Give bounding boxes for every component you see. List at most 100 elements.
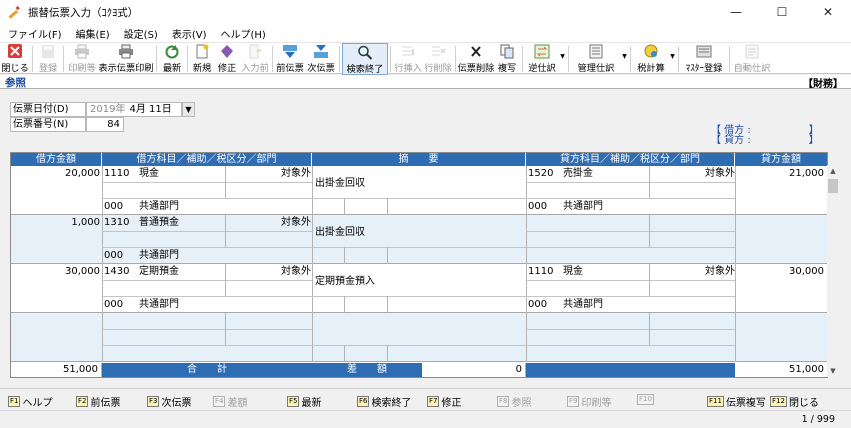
fkey-f10[interactable]: F10 <box>637 394 656 405</box>
app-window: 振替伝票入力（ｺｸﾖ式） — ☐ ✕ ファイル(F) 編集(E) 設定(S) 表… <box>0 0 851 428</box>
memo-text[interactable]: 定期預金預入 <box>315 276 375 288</box>
table-row[interactable]: 20,000 1110 現金 対象外 000 共通部門 出掛金回収 1520 売掛金 対象外 000… <box>11 166 827 215</box>
toolbar-previous-slip-button[interactable]: 前伝票 <box>275 43 305 75</box>
toolbar-reverse-entry-button[interactable]: 逆仕訳 <box>525 43 559 75</box>
debit-amount[interactable]: 1,000 <box>71 217 100 229</box>
toolbar-eraser-button[interactable]: 修正 <box>214 43 240 75</box>
credit-dept-name[interactable]: 共通部門 <box>563 201 603 213</box>
toolbar-copy-button[interactable]: 複写 <box>494 43 520 75</box>
date-field[interactable]: 2019年 4月 11日 <box>86 102 182 117</box>
toolbar-button-label: 登録 <box>38 63 58 74</box>
credit-dept-code[interactable]: 000 <box>528 201 547 213</box>
mode-bar: 参照 【財務】 <box>0 75 851 90</box>
toolbar-delete-slip-button[interactable]: 伝票削除 <box>458 43 494 75</box>
slip-number-field[interactable]: 84 <box>86 117 124 132</box>
fkey-f2[interactable]: F2 前伝票 <box>76 394 120 409</box>
managed-entry-icon <box>588 44 604 59</box>
debit-tax-category[interactable]: 対象外 <box>281 168 311 180</box>
table-row[interactable] <box>11 313 827 362</box>
debit-dept-name[interactable]: 共通部門 <box>139 201 179 213</box>
debit-account-code[interactable]: 1310 <box>104 217 129 229</box>
memo-text[interactable]: 出掛金回収 <box>315 178 365 190</box>
debit-dept-code[interactable]: 000 <box>104 201 123 213</box>
toolbar-undo-document-button[interactable]: 入力前 <box>240 43 270 75</box>
debit-tax-category[interactable]: 対象外 <box>281 266 311 278</box>
toolbar-auto-entry-button[interactable]: 自動仕訳 <box>732 43 772 75</box>
memo-subcell-divider <box>387 247 388 264</box>
fkey-f7[interactable]: F7 修正 <box>427 394 461 409</box>
table-row[interactable]: 30,000 1430 定期預金 対象外 000 共通部門 定期預金預入 1110 現金 対象外 0… <box>11 264 827 313</box>
debit-account-name[interactable]: 普通預金 <box>139 217 179 229</box>
debit-dept-name[interactable]: 共通部門 <box>139 250 179 262</box>
toolbar-delete-row-button[interactable]: 行削除 <box>423 43 453 75</box>
toolbar-separator <box>522 46 523 72</box>
debit-dept-name[interactable]: 共通部門 <box>139 299 179 311</box>
debit-account-name[interactable]: 現金 <box>139 168 159 180</box>
toolbar-managed-entry-button[interactable]: 管理仕訳 <box>571 43 621 75</box>
scroll-thumb[interactable] <box>828 179 838 193</box>
credit-account-code[interactable]: 1520 <box>528 168 553 180</box>
toolbar-printer-button[interactable]: 表示伝票印刷 <box>98 43 154 75</box>
grid-scrollbar[interactable]: ▲ ▼ <box>827 165 839 377</box>
debit-account-name[interactable]: 定期預金 <box>139 266 179 278</box>
toolbar-register-disk-button[interactable]: 登録 <box>35 43 61 75</box>
maximize-button[interactable]: ☐ <box>759 0 805 24</box>
toolbar-refresh-button[interactable]: 最新 <box>159 43 185 75</box>
fkey-label: 閉じる <box>788 398 819 409</box>
toolbar-new-document-button[interactable]: 新規 <box>190 43 214 75</box>
fkey-f9[interactable]: F9 印刷等 <box>567 394 611 409</box>
toolbar-master-register-button[interactable]: ﾏｽﾀｰ登録 <box>681 43 727 75</box>
debit-account-code[interactable]: 1430 <box>104 266 129 278</box>
menu-view[interactable]: 表示(V) <box>172 26 207 41</box>
debit-dept-code[interactable]: 000 <box>104 299 123 311</box>
toolbar-search-button[interactable]: 検索終了 <box>342 43 388 75</box>
credit-account-name[interactable]: 現金 <box>563 266 583 278</box>
menu-edit[interactable]: 編集(E) <box>76 26 110 41</box>
fkey-f4[interactable]: F4 差額 <box>213 394 247 409</box>
minimize-button[interactable]: — <box>713 0 759 24</box>
debit-tax-category[interactable]: 対象外 <box>281 217 311 229</box>
credit-tax-category[interactable]: 対象外 <box>705 266 735 278</box>
credit-dept-name[interactable]: 共通部門 <box>563 299 603 311</box>
fkey-f11[interactable]: F11 伝票複写 <box>707 394 766 409</box>
debit-dept-code[interactable]: 000 <box>104 250 123 262</box>
toolbar-tax-calc-button[interactable]: 税計算 <box>633 43 669 75</box>
debit-amount[interactable]: 20,000 <box>65 168 100 180</box>
fkey-f5[interactable]: F5 最新 <box>287 394 321 409</box>
menu-file[interactable]: ファイル(F) <box>8 26 62 41</box>
toolbar-printer-button[interactable]: 印刷等 <box>66 43 98 75</box>
credit-account-name[interactable]: 売掛金 <box>563 168 593 180</box>
menu-help[interactable]: ヘルプ(H) <box>221 26 266 41</box>
menu-settings[interactable]: 設定(S) <box>124 26 158 41</box>
close-button[interactable]: ✕ <box>805 0 851 24</box>
chevron-down-icon[interactable]: ▼ <box>621 43 628 75</box>
fkey-f8[interactable]: F8 参照 <box>497 394 531 409</box>
date-dropdown-icon[interactable]: ▼ <box>182 102 195 117</box>
scroll-down-icon[interactable]: ▼ <box>827 365 839 377</box>
table-row[interactable]: 1,000 1310 普通預金 対象外 000 共通部門 出掛金回収 <box>11 215 827 264</box>
subrow-divider <box>102 231 312 232</box>
scroll-up-icon[interactable]: ▲ <box>827 165 839 177</box>
debit-account-code[interactable]: 1110 <box>104 168 129 180</box>
fkey-f6[interactable]: F6 検索終了 <box>357 394 411 409</box>
fkey-f3[interactable]: F3 次伝票 <box>147 394 191 409</box>
chevron-down-icon[interactable]: ▼ <box>559 43 566 75</box>
toolbar-insert-row-button[interactable]: 行挿入 <box>393 43 423 75</box>
credit-amount[interactable]: 30,000 <box>789 266 824 278</box>
credit-tax-category[interactable]: 対象外 <box>705 168 735 180</box>
previous-slip-icon <box>282 44 298 59</box>
toolbar-next-slip-button[interactable]: 次伝票 <box>305 43 337 75</box>
fkey-badge: F8 <box>497 396 510 407</box>
credit-amount[interactable]: 21,000 <box>789 168 824 180</box>
fkey-f12[interactable]: F12 閉じる <box>770 394 819 409</box>
fkey-f1[interactable]: F1 ヘルプ <box>8 394 52 409</box>
credit-account-code[interactable]: 1110 <box>528 266 553 278</box>
credit-dept-code[interactable]: 000 <box>528 299 547 311</box>
toolbar-button-label: 検索終了 <box>346 64 384 75</box>
column-divider <box>526 264 527 313</box>
memo-text[interactable]: 出掛金回収 <box>315 227 365 239</box>
toolbar-close-x-button[interactable]: 閉じる <box>0 43 30 75</box>
chevron-down-icon[interactable]: ▼ <box>669 43 676 75</box>
debit-amount[interactable]: 30,000 <box>65 266 100 278</box>
subcell-divider <box>225 231 226 247</box>
